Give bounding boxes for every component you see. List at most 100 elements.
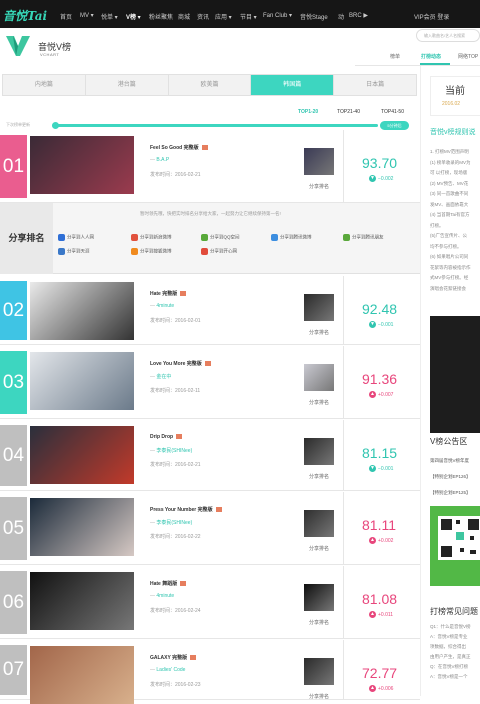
notice-item[interactable]: 第四届音悦V榜年度 [430, 458, 469, 464]
song-title[interactable]: Love You More 完整版 [150, 360, 211, 367]
song-title[interactable]: Drip Drop [150, 434, 183, 440]
nav-item-3[interactable]: V榜 ▾ [126, 12, 141, 21]
nav-item-5[interactable]: 商城 [178, 12, 190, 21]
notice-title: V榜公告区 [430, 437, 468, 446]
share-rank-link[interactable]: 分享排名 [309, 619, 329, 626]
subnav-activity[interactable]: 打榜动态 [421, 53, 441, 60]
nav-item-4[interactable]: 粉丝聚焦 [149, 12, 173, 21]
nav-item-7[interactable]: 应用 ▾ [215, 12, 232, 21]
share-rank-link[interactable]: 分享排名 [309, 473, 329, 480]
range-tab-21-40[interactable]: TOP21-40 [337, 109, 360, 115]
change-value: 0.007 [380, 391, 394, 398]
share-option-4[interactable]: 分享到腾讯朋友 [343, 234, 384, 241]
region-tab-3[interactable]: 韩国篇 [251, 75, 335, 95]
nav-item-2[interactable]: 悦单 ▾ [101, 12, 118, 21]
user-login-link[interactable]: VIP会员 登录 [414, 12, 449, 21]
song-title-text: GALAXY 完整版 [150, 655, 188, 661]
vchart-logo-icon[interactable] [4, 30, 32, 58]
release-date: 发布时间：2016-02-11 [150, 388, 201, 394]
nav-item-12[interactable]: BRC ▶ [349, 12, 368, 19]
song-title[interactable]: Press Your Number 完整版 [150, 506, 222, 513]
share-rank-link[interactable]: 分享排名 [309, 329, 329, 336]
current-period-title: 当前 [445, 86, 465, 97]
nav-item-11[interactable]: 动 [338, 12, 344, 21]
subnav-network-top[interactable]: 网络TOP [458, 53, 478, 60]
rank-number: 02 [0, 281, 27, 340]
artist-link[interactable]: 李泰民(SHINee) [150, 519, 192, 526]
rules-title[interactable]: 音悦v榜规则说 [430, 127, 476, 137]
mv-thumbnail[interactable] [30, 352, 134, 410]
album-cover[interactable] [304, 658, 334, 685]
share-option-label: 分享到QQ空间 [210, 234, 240, 240]
score-change: ▲ +0.007 [369, 391, 393, 398]
share-rank-link[interactable]: 分享排名 [309, 183, 329, 190]
nav-item-10[interactable]: 音悦Stage [300, 12, 328, 21]
song-title[interactable]: Hate 舞蹈版 [150, 580, 187, 587]
share-option-2[interactable]: 分享到QQ空间 [201, 234, 240, 241]
share-option-0[interactable]: 分享到人人网 [58, 234, 94, 241]
score-value: 81.08 [362, 591, 398, 607]
artist-link[interactable]: 4minute [150, 303, 174, 309]
faq-title: 打榜常见问题 [430, 607, 478, 616]
album-cover[interactable] [304, 148, 334, 175]
notice-item[interactable]: 【特别企划EP126】 [430, 474, 471, 480]
share-option-label: 分享到搜狐微博 [140, 248, 172, 254]
song-title[interactable]: GALAXY 完整版 [150, 654, 197, 661]
subnav-chart[interactable]: 榜单 [390, 53, 400, 60]
album-cover[interactable] [304, 294, 334, 321]
change-value: 0.011 [380, 611, 394, 618]
share-option-6[interactable]: 分享到搜狐微博 [131, 248, 172, 255]
nav-item-6[interactable]: 资讯 [197, 12, 209, 21]
score-value: 81.15 [362, 445, 398, 461]
mv-thumbnail[interactable] [30, 498, 134, 556]
nav-item-0[interactable]: 首页 [60, 12, 72, 21]
share-option-7[interactable]: 分享到开心网 [201, 248, 237, 255]
mv-thumbnail[interactable] [30, 572, 134, 630]
region-tab-0[interactable]: 内地篇 [3, 75, 86, 95]
album-cover[interactable] [304, 364, 334, 391]
score-change: ▼ −0.002 [369, 175, 393, 182]
share-rank-link[interactable]: 分享排名 [309, 545, 329, 552]
region-tab-1[interactable]: 港台篇 [86, 75, 169, 95]
artist-link[interactable]: B.A.P [150, 157, 169, 163]
chart-row: 05 Press Your Number 完整版李泰民(SHINee) 发布时间：2… [0, 492, 420, 565]
mv-thumbnail[interactable] [30, 136, 134, 194]
artist-link[interactable]: Ladies' Code [150, 667, 185, 673]
share-option-3[interactable]: 分享到腾讯微博 [271, 234, 312, 241]
search-input[interactable]: 输入歌曲名/艺人名搜索 [416, 29, 480, 42]
faq-line: 由用户产生，是真正 [430, 654, 471, 659]
share-option-1[interactable]: 分享到新浪微博 [131, 234, 172, 241]
mv-thumbnail[interactable] [30, 282, 134, 340]
sidebar-video[interactable] [430, 316, 480, 433]
rule-line: (3) 同一首歌曲不同 [430, 191, 469, 196]
song-title[interactable]: Feel So Good 完整版 [150, 144, 208, 151]
region-tab-4[interactable]: 日本篇 [334, 75, 416, 95]
album-cover[interactable] [304, 510, 334, 537]
share-option-label: 分享到开心网 [210, 248, 237, 254]
range-tab-41-50[interactable]: TOP41-50 [381, 109, 404, 115]
nav-item-1[interactable]: MV ▾ [80, 12, 94, 19]
region-tab-2[interactable]: 欧美篇 [169, 75, 252, 95]
site-logo[interactable]: 音悦Tai [3, 7, 47, 24]
song-title-text: Feel So Good 完整版 [150, 145, 199, 151]
share-option-5[interactable]: 分享到天涯 [58, 248, 90, 255]
share-tip: 暂时领先哦，快把实时排名分享给大家，一起努力让它继续保持第一名! [140, 211, 281, 216]
range-tab-1-20[interactable]: TOP1-20 [298, 109, 318, 115]
mv-thumbnail[interactable] [30, 426, 134, 484]
notice-item[interactable]: 【特别企划EP125】 [430, 490, 471, 496]
song-title[interactable]: Hate 完整版 [150, 290, 187, 297]
nav-item-9[interactable]: Fan Club ▾ [263, 12, 292, 19]
nav-item-8[interactable]: 节目 ▾ [240, 12, 257, 21]
artist-link[interactable]: 金在中 [150, 373, 171, 380]
album-cover[interactable] [304, 438, 334, 465]
share-rank-link[interactable]: 分享排名 [309, 693, 329, 700]
mv-thumbnail[interactable] [30, 646, 134, 704]
album-cover[interactable] [304, 584, 334, 611]
score-value: 81.11 [362, 517, 396, 533]
share-rank-link[interactable]: 分享排名 [309, 399, 329, 406]
artist-link[interactable]: 李泰民(SHINee) [150, 447, 192, 454]
release-date: 发布时间：2016-02-23 [150, 682, 201, 688]
artist-link[interactable]: 4minute [150, 593, 174, 599]
rule-line: (1) 榜单收录的MV为 [430, 159, 471, 165]
change-value: 0.001 [380, 321, 394, 328]
